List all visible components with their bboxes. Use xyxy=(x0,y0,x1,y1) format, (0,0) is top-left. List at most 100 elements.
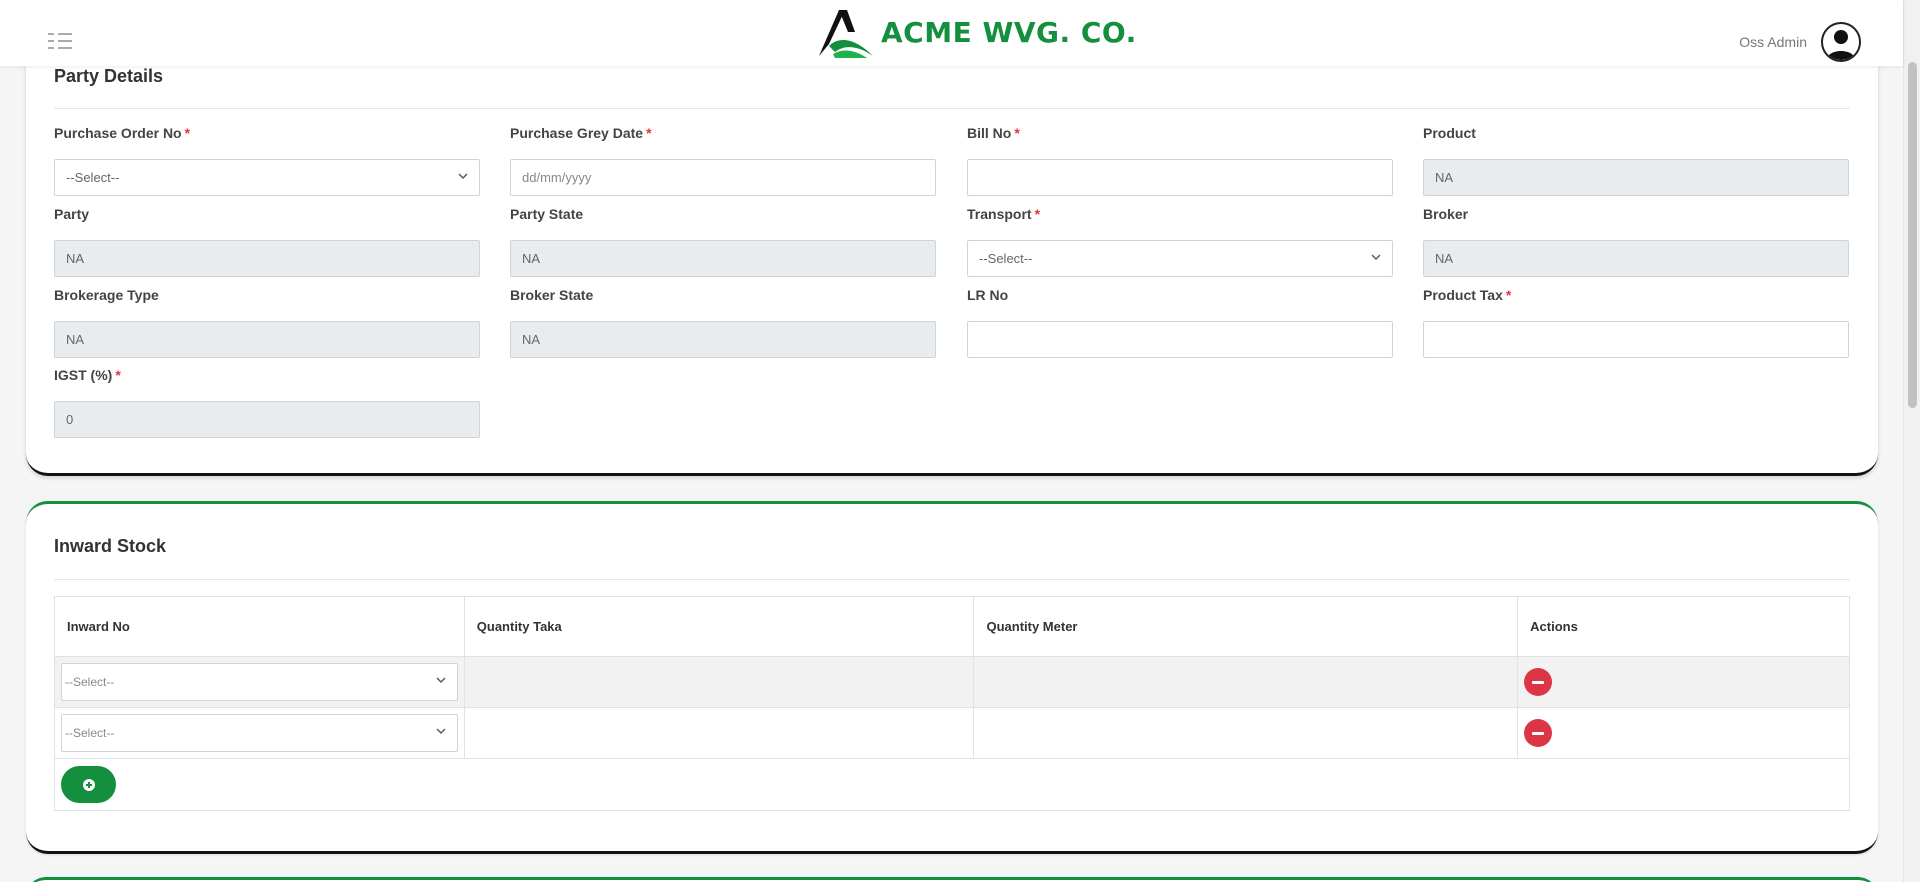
broker-value: NA xyxy=(1423,240,1849,277)
product-label: Product xyxy=(1423,125,1476,141)
quantity-meter-cell xyxy=(973,707,1519,759)
table-header-row: Inward No Quantity Taka Quantity Meter A… xyxy=(54,596,1850,657)
select-value: --Select-- xyxy=(65,675,115,689)
purchase-grey-date-field: Purchase Grey Date * xyxy=(510,123,936,196)
column-header-inward-no: Inward No xyxy=(54,596,465,657)
add-row-button[interactable] xyxy=(61,766,116,803)
logo-icon xyxy=(819,10,873,58)
party-details-title: Party Details xyxy=(54,66,164,86)
party-state-field: Party State NA xyxy=(510,204,936,277)
chevron-down-icon xyxy=(436,728,446,734)
bill-no-input[interactable] xyxy=(967,159,1393,196)
brand-logo[interactable]: ACME WVG. CO. xyxy=(815,6,1137,58)
broker-state-label: Broker State xyxy=(510,287,594,303)
lr-no-input[interactable] xyxy=(967,321,1393,358)
remove-row-button[interactable] xyxy=(1524,719,1553,747)
scrollbar-thumb[interactable] xyxy=(1908,62,1917,408)
add-row-cell xyxy=(54,758,1850,811)
menu-toggle-icon[interactable] xyxy=(48,33,74,49)
table-row: --Select-- xyxy=(54,656,1850,708)
required-asterisk: * xyxy=(1034,206,1041,222)
lr-no-field: LR No xyxy=(967,285,1393,358)
column-header-quantity-taka: Quantity Taka xyxy=(463,596,975,657)
party-state-value: NA xyxy=(510,240,936,277)
required-asterisk: * xyxy=(1505,287,1512,303)
product-tax-label: Product Tax * xyxy=(1423,285,1849,305)
plus-circle-icon xyxy=(83,779,95,791)
purchase-order-no-field: Purchase Order No * --Select-- xyxy=(54,123,480,196)
inward-no-select[interactable]: --Select-- xyxy=(61,714,458,752)
page-scrollbar[interactable] xyxy=(1903,0,1920,882)
divider xyxy=(54,108,1850,109)
column-header-actions: Actions xyxy=(1517,596,1850,657)
igst-value: 0 xyxy=(54,401,480,438)
brand-name: ACME WVG. CO. xyxy=(881,15,1137,49)
chevron-down-icon xyxy=(1371,254,1381,260)
igst-label: IGST (%) * xyxy=(54,365,480,385)
add-row xyxy=(54,758,1850,811)
chevron-down-icon xyxy=(458,173,468,179)
purchase-grey-date-label: Purchase Grey Date * xyxy=(510,123,936,143)
label-text: Transport xyxy=(967,206,1032,222)
bill-no-label: Bill No * xyxy=(967,123,1393,143)
broker-state-value: NA xyxy=(510,321,936,358)
label-text: Bill No xyxy=(967,125,1012,141)
label-text: IGST (%) xyxy=(54,367,113,383)
inward-stock-card: Inward Stock Inward No Quantity Taka Qua… xyxy=(26,501,1878,854)
user-name: Oss Admin xyxy=(1739,34,1807,50)
bill-no-field: Bill No * xyxy=(967,123,1393,196)
inward-no-cell: --Select-- xyxy=(54,707,465,759)
product-tax-input[interactable] xyxy=(1423,321,1849,358)
column-header-quantity-meter: Quantity Meter xyxy=(973,596,1519,657)
purchase-grey-date-input[interactable] xyxy=(510,159,936,196)
inward-stock-title: Inward Stock xyxy=(54,536,167,556)
quantity-meter-cell xyxy=(973,656,1519,708)
chevron-down-icon xyxy=(436,677,446,683)
inward-no-select[interactable]: --Select-- xyxy=(61,663,458,701)
lr-no-label: LR No xyxy=(967,287,1009,303)
party-details-card: Party Details Purchase Order No * --Selec… xyxy=(26,40,1878,476)
select-value: --Select-- xyxy=(66,170,120,185)
actions-cell xyxy=(1517,707,1850,759)
party-field: Party NA xyxy=(54,204,480,277)
divider xyxy=(54,579,1850,580)
brokerage-type-value: NA xyxy=(54,321,480,358)
inward-no-cell: --Select-- xyxy=(54,656,465,708)
broker-field: Broker NA xyxy=(1423,204,1849,277)
user-menu[interactable]: Oss Admin xyxy=(1739,22,1861,62)
remove-row-button[interactable] xyxy=(1524,668,1553,696)
igst-field: IGST (%) * 0 xyxy=(54,365,480,438)
table-row: --Select-- xyxy=(54,707,1850,759)
actions-cell xyxy=(1517,656,1850,708)
required-asterisk: * xyxy=(646,125,652,141)
purchase-order-no-select[interactable]: --Select-- xyxy=(54,159,480,196)
transport-select[interactable]: --Select-- xyxy=(967,240,1393,277)
user-avatar-icon[interactable] xyxy=(1821,22,1861,62)
required-asterisk: * xyxy=(184,125,191,141)
party-label: Party xyxy=(54,206,90,222)
product-field: Product NA xyxy=(1423,123,1849,196)
required-asterisk: * xyxy=(115,367,121,383)
inward-stock-table: Inward No Quantity Taka Quantity Meter A… xyxy=(54,596,1850,811)
next-section-card xyxy=(26,877,1878,882)
broker-label: Broker xyxy=(1423,206,1469,222)
brokerage-type-field: Brokerage Type NA xyxy=(54,285,480,358)
label-text: Purchase Grey Date xyxy=(510,125,644,141)
label-text: Purchase Order No xyxy=(54,125,182,141)
top-navbar: ACME WVG. CO. Oss Admin xyxy=(0,0,1903,66)
brokerage-type-label: Brokerage Type xyxy=(54,287,159,303)
select-value: --Select-- xyxy=(979,251,1033,266)
broker-state-field: Broker State NA xyxy=(510,285,936,358)
product-value: NA xyxy=(1423,159,1849,196)
transport-label: Transport * xyxy=(967,204,1393,224)
quantity-taka-cell xyxy=(463,656,975,708)
purchase-order-no-label: Purchase Order No * xyxy=(54,123,480,143)
transport-field: Transport * --Select-- xyxy=(967,204,1393,277)
label-text: Product Tax xyxy=(1423,287,1503,303)
party-state-label: Party State xyxy=(510,206,584,222)
required-asterisk: * xyxy=(1014,125,1020,141)
product-tax-field: Product Tax * xyxy=(1423,285,1849,358)
select-value: --Select-- xyxy=(65,726,115,740)
party-value: NA xyxy=(54,240,480,277)
quantity-taka-cell xyxy=(463,707,975,759)
